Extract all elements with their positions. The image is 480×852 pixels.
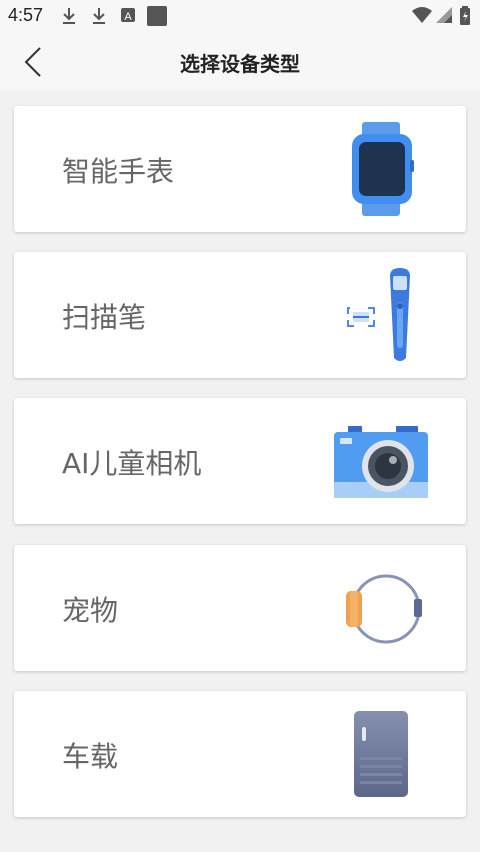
battery-icon	[460, 6, 470, 25]
device-label: 智能手表	[62, 155, 175, 188]
device-label: 宠物	[62, 594, 119, 627]
svg-text:A: A	[124, 11, 132, 23]
signal-icon	[436, 7, 452, 23]
download-icon	[63, 8, 75, 24]
device-card-smartwatch[interactable]: 智能手表	[14, 106, 466, 232]
device-card-car[interactable]: 车载	[14, 691, 466, 817]
notification-square-icon	[147, 6, 167, 26]
download-icon	[93, 8, 105, 24]
header: 选择设备类型	[0, 32, 480, 90]
status-bar: 4:57 A	[0, 0, 480, 32]
page-title: 选择设备类型	[180, 52, 300, 76]
status-time: 4:57	[8, 5, 44, 25]
wifi-icon	[412, 7, 432, 23]
device-label: AI儿童相机	[62, 447, 202, 480]
device-card-scan-pen[interactable]: 扫描笔	[14, 252, 466, 378]
device-card-pet[interactable]: 宠物	[14, 545, 466, 671]
device-label: 扫描笔	[62, 301, 147, 334]
device-card-ai-camera[interactable]: AI儿童相机	[14, 398, 466, 524]
pet-collar-icon	[346, 574, 422, 644]
scan-pen-icon	[347, 268, 410, 361]
font-a-icon: A	[121, 8, 135, 23]
device-label: 车载	[62, 740, 119, 773]
smartwatch-icon	[352, 122, 414, 216]
car-device-icon	[354, 711, 408, 797]
camera-icon	[334, 426, 428, 498]
